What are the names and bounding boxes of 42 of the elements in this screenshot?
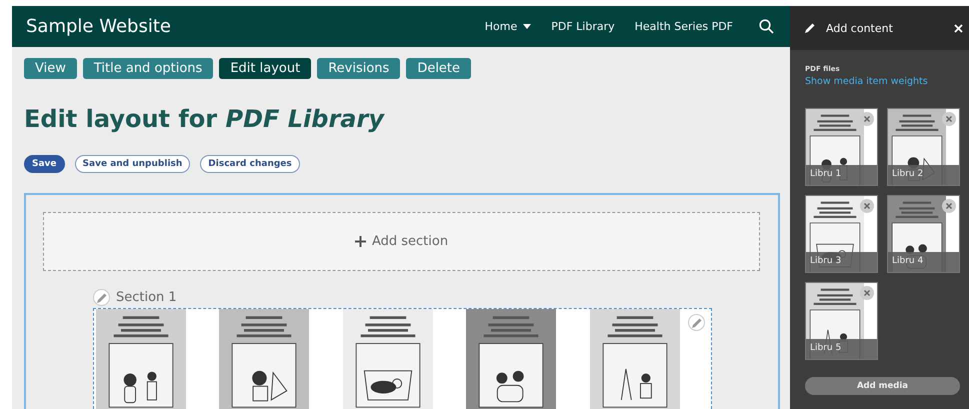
page-heading: Edit layout for PDF Library: [24, 105, 386, 133]
media-label: Libru 4: [888, 252, 959, 272]
edit-block-button[interactable]: [688, 314, 705, 331]
tab[interactable]: Delete: [406, 58, 472, 79]
remove-icon[interactable]: [860, 286, 874, 300]
remove-icon[interactable]: [942, 199, 956, 213]
save-button[interactable]: Save: [24, 155, 65, 173]
tab[interactable]: View: [24, 58, 77, 79]
media-label: Libru 1: [806, 165, 877, 185]
search-icon[interactable]: [759, 19, 774, 34]
media-tile[interactable]: Libru 5: [805, 282, 878, 360]
action-button[interactable]: Save and unpublish: [74, 155, 190, 173]
add-section-label: Add section: [372, 234, 448, 249]
plus-icon: [354, 236, 366, 247]
edit-section-button[interactable]: [93, 289, 110, 306]
caret-icon: [523, 24, 532, 29]
media-label: Libru 5: [806, 339, 877, 359]
action-button[interactable]: Discard changes: [200, 155, 300, 173]
add-section-area[interactable]: Add section: [43, 212, 760, 271]
tab[interactable]: Edit layout: [219, 58, 312, 79]
remove-icon[interactable]: [860, 199, 874, 213]
media-tile[interactable]: Libru 3: [805, 195, 878, 273]
media-tile[interactable]: Libru 4: [887, 195, 960, 273]
media-label: Libru 2: [888, 165, 959, 185]
section-title: Section 1: [116, 290, 177, 305]
pencil-icon: [96, 292, 108, 304]
nav-link[interactable]: PDF Library: [551, 20, 615, 33]
remove-icon[interactable]: [942, 112, 956, 126]
pencil-icon: [690, 316, 702, 328]
media-tile[interactable]: Libru 2: [887, 108, 960, 186]
nav-link[interactable]: Home: [484, 20, 532, 33]
pencil-icon: [804, 22, 816, 34]
weights-link[interactable]: Show media item weights: [805, 76, 969, 87]
media-tile[interactable]: Libru 1: [805, 108, 878, 186]
panel-title: Add content: [826, 22, 894, 34]
tab[interactable]: Title and options: [82, 58, 214, 79]
nav-link[interactable]: Health Series PDF: [634, 20, 733, 33]
media-label: Libru 3: [806, 252, 877, 272]
tab[interactable]: Revisions: [317, 58, 400, 79]
close-icon[interactable]: [954, 24, 963, 32]
add-media-button[interactable]: Add media: [805, 377, 960, 395]
site-title[interactable]: Sample Website: [26, 16, 465, 37]
